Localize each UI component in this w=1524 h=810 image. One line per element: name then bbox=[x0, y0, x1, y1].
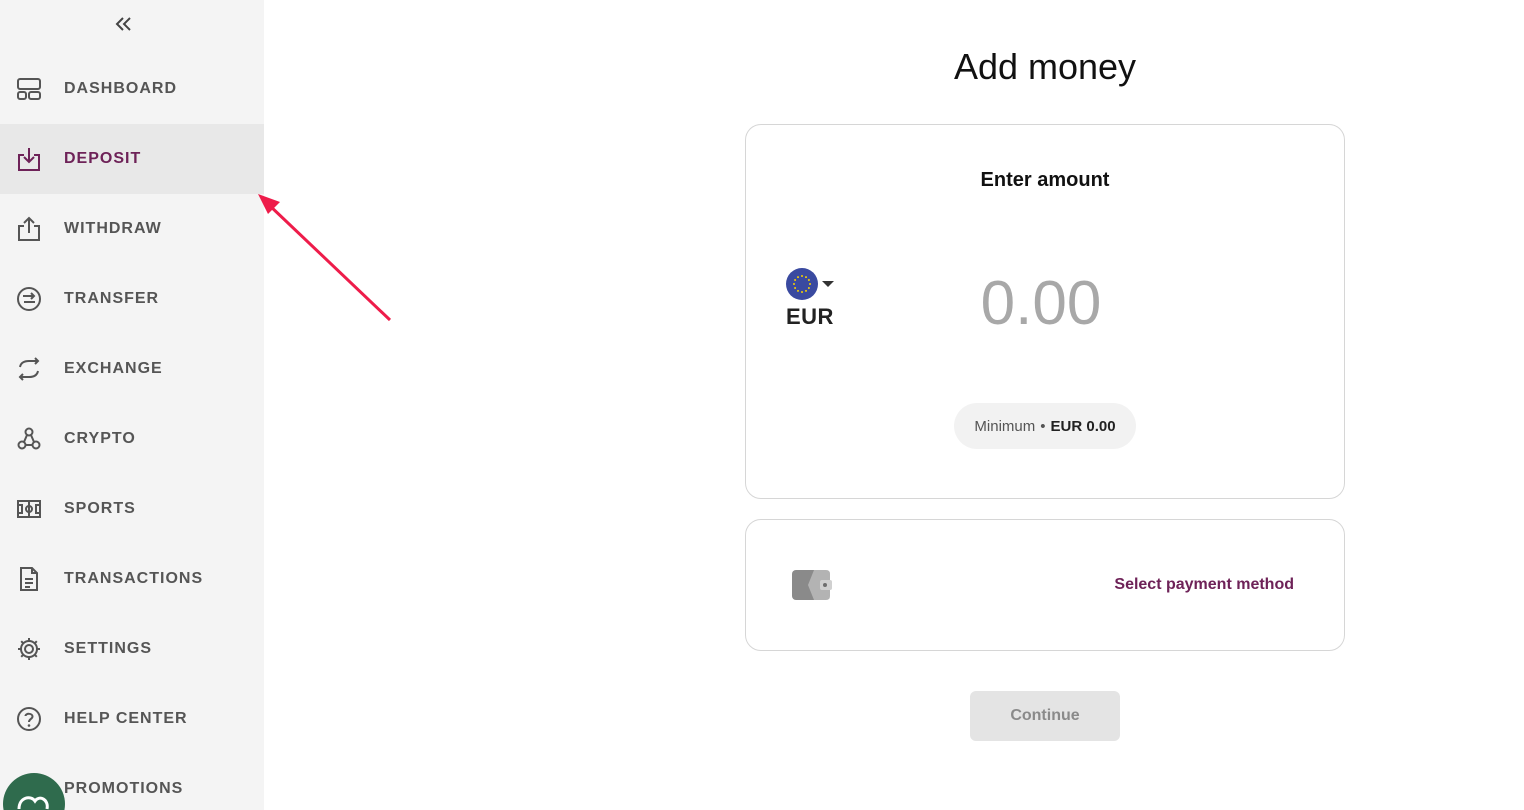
gear-icon bbox=[15, 635, 43, 663]
payment-method-card[interactable]: Select payment method bbox=[745, 519, 1345, 651]
sidebar-item-deposit[interactable]: DEPOSIT bbox=[0, 124, 264, 194]
annotation-arrow bbox=[258, 194, 392, 322]
minimum-value: EUR 0.00 bbox=[1050, 417, 1116, 435]
wallet-icon bbox=[792, 570, 832, 600]
minimum-label: Minimum bbox=[974, 417, 1036, 435]
continue-button[interactable]: Continue bbox=[970, 691, 1120, 741]
amount-input[interactable] bbox=[916, 263, 1166, 343]
sidebar-item-help-center[interactable]: HELP CENTER bbox=[0, 684, 264, 754]
sidebar-item-label: SPORTS bbox=[64, 500, 136, 517]
collapse-sidebar-button[interactable] bbox=[110, 10, 138, 38]
chat-icon bbox=[17, 796, 49, 810]
support-chat-button[interactable] bbox=[3, 773, 65, 810]
sports-icon bbox=[15, 495, 43, 523]
transfer-icon bbox=[15, 285, 43, 313]
sidebar-item-sports[interactable]: SPORTS bbox=[0, 474, 264, 544]
sidebar-item-settings[interactable]: SETTINGS bbox=[0, 614, 264, 684]
currency-selector[interactable]: EUR bbox=[786, 268, 846, 334]
eu-flag-icon bbox=[786, 268, 818, 300]
sidebar-item-label: PROMOTIONS bbox=[64, 780, 184, 797]
double-chevron-left-icon bbox=[115, 17, 131, 31]
sidebar-item-label: TRANSFER bbox=[64, 290, 160, 307]
amount-heading: Enter amount bbox=[980, 169, 1110, 191]
sidebar-item-label: SETTINGS bbox=[64, 640, 153, 657]
help-icon bbox=[15, 705, 43, 733]
chevron-down-icon bbox=[822, 281, 834, 287]
crypto-icon bbox=[15, 425, 43, 453]
page-title: Add money bbox=[953, 46, 1137, 87]
sidebar-item-exchange[interactable]: EXCHANGE bbox=[0, 334, 264, 404]
dashboard-icon bbox=[15, 75, 43, 103]
sidebar-item-dashboard[interactable]: DASHBOARD bbox=[0, 54, 264, 124]
transactions-icon bbox=[15, 565, 43, 593]
currency-code: EUR bbox=[786, 304, 834, 329]
amount-card: Enter amount EUR Minimum • EUR 0.00 bbox=[745, 124, 1345, 499]
deposit-icon bbox=[15, 145, 43, 173]
sidebar-item-label: TRANSACTIONS bbox=[64, 570, 204, 587]
minimum-amount-badge: Minimum • EUR 0.00 bbox=[954, 403, 1136, 449]
sidebar-item-crypto[interactable]: CRYPTO bbox=[0, 404, 264, 474]
sidebar-item-label: WITHDRAW bbox=[64, 220, 162, 237]
exchange-icon bbox=[15, 355, 43, 383]
sidebar-item-label: HELP CENTER bbox=[64, 710, 188, 727]
sidebar-item-transactions[interactable]: TRANSACTIONS bbox=[0, 544, 264, 614]
sidebar-item-withdraw[interactable]: WITHDRAW bbox=[0, 194, 264, 264]
sidebar-item-label: DASHBOARD bbox=[64, 80, 177, 97]
separator-dot: • bbox=[1040, 417, 1046, 435]
sidebar-nav: DASHBOARD DEPOSIT WITHDRAW TRANSFER EXCH… bbox=[0, 54, 264, 810]
select-payment-method-link[interactable]: Select payment method bbox=[1114, 576, 1294, 594]
sidebar-item-label: EXCHANGE bbox=[64, 360, 163, 377]
sidebar-item-label: CRYPTO bbox=[64, 430, 136, 447]
withdraw-icon bbox=[15, 215, 43, 243]
sidebar-item-transfer[interactable]: TRANSFER bbox=[0, 264, 264, 334]
sidebar: DASHBOARD DEPOSIT WITHDRAW TRANSFER EXCH… bbox=[0, 0, 264, 810]
sidebar-item-label: DEPOSIT bbox=[64, 150, 142, 167]
